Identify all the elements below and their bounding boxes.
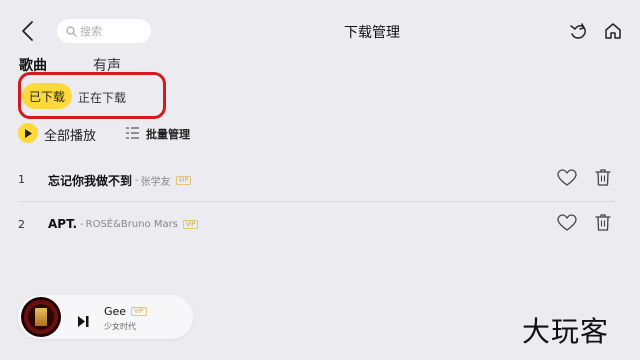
home-button[interactable]: [602, 20, 624, 42]
tab-downloaded[interactable]: 已下载: [22, 83, 72, 109]
vip-badge: VIP: [175, 176, 192, 185]
refresh-icon: [570, 23, 586, 39]
album-art-glyph: [35, 308, 47, 326]
page-title: 下载管理: [344, 25, 400, 41]
now-playing-title: Gee: [104, 305, 127, 318]
album-art[interactable]: [21, 297, 61, 337]
song-row[interactable]: 1 忘记你我做不到 - 张学友 VIP: [0, 157, 640, 201]
home-icon: [605, 23, 621, 39]
like-button[interactable]: [557, 169, 577, 187]
play-all-label[interactable]: 全部播放: [44, 125, 96, 144]
trash-icon: [595, 214, 611, 231]
song-info: 忘记你我做不到 - 张学友 VIP: [48, 172, 192, 189]
trash-icon: [595, 169, 611, 186]
play-pause-button[interactable]: [78, 312, 89, 327]
track-number: 1: [18, 173, 25, 186]
list-manage-icon: [126, 127, 139, 139]
now-playing-artist: 少女时代: [104, 322, 136, 331]
watermark: 大玩客: [522, 315, 610, 348]
song-title: APT.: [48, 217, 78, 231]
song-separator: -: [80, 218, 84, 230]
song-separator: -: [135, 175, 139, 186]
like-button[interactable]: [557, 214, 577, 232]
batch-manage-button[interactable]: 批量管理: [146, 126, 190, 142]
song-artist: 张学友: [140, 177, 171, 188]
heart-icon: [557, 169, 577, 186]
track-number: 2: [18, 218, 25, 231]
delete-button[interactable]: [595, 213, 611, 232]
song-info: APT. - ROSÉ&Bruno Mars VIP: [48, 217, 199, 231]
play-icon: [25, 128, 32, 138]
song-row[interactable]: 2 APT. - ROSÉ&Bruno Mars VIP: [0, 202, 640, 246]
song-artist: ROSÉ&Bruno Mars: [85, 218, 178, 230]
song-title: 忘记你我做不到: [48, 174, 133, 188]
refresh-button[interactable]: [567, 20, 589, 42]
mini-player[interactable]: Gee VIP 少女时代: [18, 295, 193, 339]
now-playing-info: Gee VIP: [104, 305, 147, 318]
heart-icon: [557, 214, 577, 231]
play-all-button[interactable]: [18, 123, 38, 143]
delete-button[interactable]: [595, 168, 611, 187]
vip-badge: VIP: [131, 307, 147, 316]
vip-badge: VIP: [182, 219, 199, 229]
tab-downloading[interactable]: 正在下载: [78, 89, 126, 106]
play-pause-icon: [78, 316, 89, 327]
